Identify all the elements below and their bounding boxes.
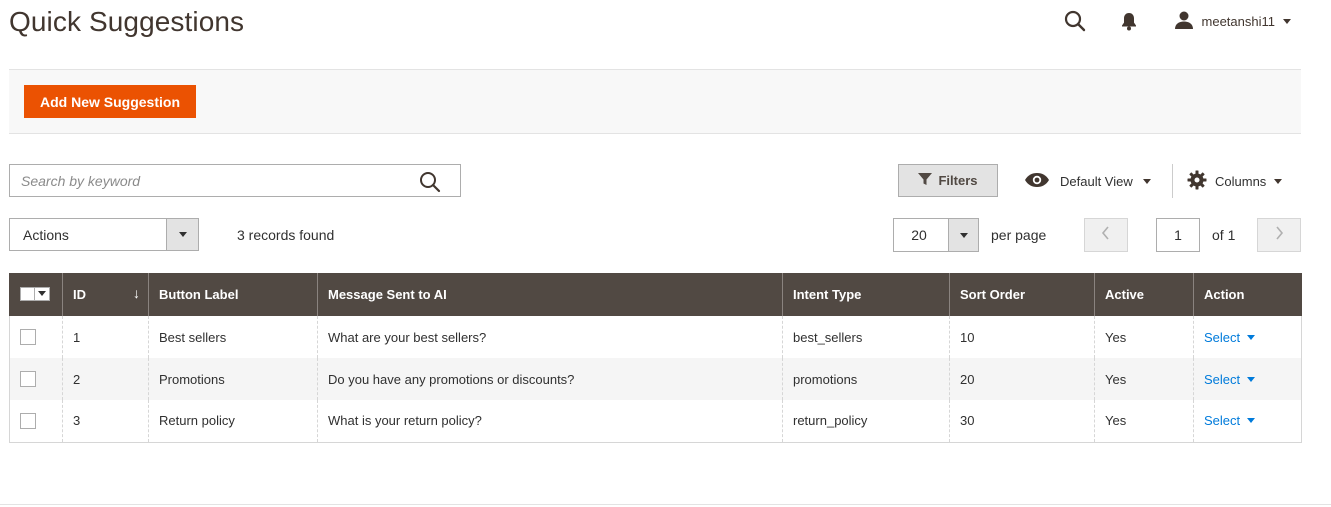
eye-icon bbox=[1024, 172, 1050, 191]
dropdown-toggle[interactable] bbox=[948, 219, 978, 251]
column-header-intent-type[interactable]: Intent Type bbox=[782, 273, 950, 316]
default-view-label: Default View bbox=[1060, 173, 1133, 189]
cell-sort-order: 30 bbox=[949, 400, 1095, 443]
cell-button-label: Return policy bbox=[148, 400, 318, 443]
page-actions-bar: Add New Suggestion bbox=[9, 69, 1301, 134]
mass-select-checkbox[interactable] bbox=[20, 286, 50, 301]
search-box bbox=[9, 164, 461, 197]
per-page-label: per page bbox=[991, 227, 1047, 243]
cell-action: Select bbox=[1193, 400, 1302, 443]
cell-button-label: Best sellers bbox=[148, 316, 318, 358]
select-label: Select bbox=[1204, 371, 1241, 387]
cell-button-label: Promotions bbox=[148, 358, 318, 400]
cell-message: What are your best sellers? bbox=[317, 316, 783, 358]
cell-id: 2 bbox=[62, 358, 149, 400]
row-select-cell bbox=[9, 400, 63, 443]
cell-message: Do you have any promotions or discounts? bbox=[317, 358, 783, 400]
cell-sort-order: 10 bbox=[949, 316, 1095, 358]
total-pages: of 1 bbox=[1212, 227, 1236, 243]
cell-active: Yes bbox=[1094, 316, 1194, 358]
filter-icon bbox=[918, 172, 933, 189]
columns-label: Columns bbox=[1215, 173, 1267, 189]
column-header-id[interactable]: ID ↓ bbox=[62, 273, 149, 316]
chevron-down-icon bbox=[178, 232, 187, 237]
chevron-down-icon bbox=[1247, 418, 1256, 424]
column-header-action: Action bbox=[1193, 273, 1302, 316]
filters-label: Filters bbox=[938, 173, 978, 188]
cell-id: 1 bbox=[62, 316, 149, 358]
divider bbox=[0, 504, 1331, 505]
chevron-down-icon bbox=[1247, 376, 1256, 382]
select-label: Select bbox=[1204, 413, 1241, 429]
header-actions: meetanshi11 bbox=[1064, 8, 1291, 34]
user-name: meetanshi11 bbox=[1201, 13, 1275, 29]
column-header-button-label[interactable]: Button Label bbox=[148, 273, 318, 316]
search-input[interactable] bbox=[10, 165, 400, 196]
cell-action: Select bbox=[1193, 316, 1302, 358]
column-header-label: ID bbox=[73, 287, 86, 302]
cell-intent-type: return_policy bbox=[782, 400, 950, 443]
previous-page-button[interactable] bbox=[1084, 218, 1128, 252]
chevron-right-icon bbox=[1274, 225, 1284, 245]
next-page-button[interactable] bbox=[1257, 218, 1301, 252]
select-action-link[interactable]: Select bbox=[1204, 371, 1256, 387]
table-row[interactable]: 1 Best sellers What are your best seller… bbox=[9, 316, 1302, 358]
cell-id: 3 bbox=[62, 400, 149, 443]
records-count: 3 records found bbox=[237, 227, 335, 243]
table-header-row: ID ↓ Button Label Message Sent to AI Inte… bbox=[9, 273, 1302, 316]
columns-dropdown[interactable]: Columns bbox=[1187, 170, 1283, 193]
row-select-cell bbox=[9, 358, 63, 400]
actions-label: Actions bbox=[23, 226, 69, 243]
cell-active: Yes bbox=[1094, 400, 1194, 443]
cell-intent-type: promotions bbox=[782, 358, 950, 400]
cell-action: Select bbox=[1193, 358, 1302, 400]
mass-select-header bbox=[9, 273, 63, 316]
row-checkbox[interactable] bbox=[20, 371, 36, 388]
chevron-down-icon bbox=[959, 232, 968, 238]
page-title: Quick Suggestions bbox=[9, 6, 245, 37]
current-page-input[interactable] bbox=[1156, 218, 1200, 252]
column-header-message[interactable]: Message Sent to AI bbox=[317, 273, 783, 316]
chevron-down-icon bbox=[1142, 178, 1151, 184]
per-page-select[interactable]: 20 bbox=[893, 218, 979, 252]
suggestions-grid: ID ↓ Button Label Message Sent to AI Inte… bbox=[9, 273, 1302, 443]
chevron-down-icon bbox=[1283, 18, 1291, 24]
column-header-active[interactable]: Active bbox=[1094, 273, 1194, 316]
row-select-cell bbox=[9, 316, 63, 358]
chevron-left-icon bbox=[1101, 225, 1111, 245]
column-header-sort-order[interactable]: Sort Order bbox=[949, 273, 1095, 316]
select-action-link[interactable]: Select bbox=[1204, 329, 1256, 345]
chevron-down-icon bbox=[1247, 334, 1256, 340]
gear-icon bbox=[1187, 170, 1207, 193]
search-icon[interactable] bbox=[418, 170, 442, 194]
divider bbox=[1172, 164, 1173, 198]
filters-button[interactable]: Filters bbox=[898, 164, 998, 197]
search-icon[interactable] bbox=[1064, 10, 1086, 32]
chevron-down-icon bbox=[1274, 178, 1283, 184]
cell-intent-type: best_sellers bbox=[782, 316, 950, 358]
mass-actions-select[interactable]: Actions bbox=[9, 218, 199, 251]
row-checkbox[interactable] bbox=[20, 413, 36, 430]
bell-icon[interactable] bbox=[1118, 10, 1140, 32]
chevron-down-icon bbox=[38, 291, 46, 296]
select-label: Select bbox=[1204, 329, 1241, 345]
default-view-dropdown[interactable]: Default View bbox=[1024, 170, 1151, 192]
table-row[interactable]: 2 Promotions Do you have any promotions … bbox=[9, 358, 1302, 400]
select-action-link[interactable]: Select bbox=[1204, 413, 1256, 429]
dropdown-toggle[interactable] bbox=[166, 219, 198, 250]
per-page-value: 20 bbox=[911, 227, 927, 243]
user-menu[interactable]: meetanshi11 bbox=[1174, 10, 1291, 33]
add-new-suggestion-button[interactable]: Add New Suggestion bbox=[24, 85, 196, 118]
cell-message: What is your return policy? bbox=[317, 400, 783, 443]
sort-arrow-icon: ↓ bbox=[133, 285, 140, 301]
table-row[interactable]: 3 Return policy What is your return poli… bbox=[9, 400, 1302, 443]
row-checkbox[interactable] bbox=[20, 329, 36, 346]
cell-active: Yes bbox=[1094, 358, 1194, 400]
cell-sort-order: 20 bbox=[949, 358, 1095, 400]
user-icon bbox=[1174, 10, 1194, 33]
